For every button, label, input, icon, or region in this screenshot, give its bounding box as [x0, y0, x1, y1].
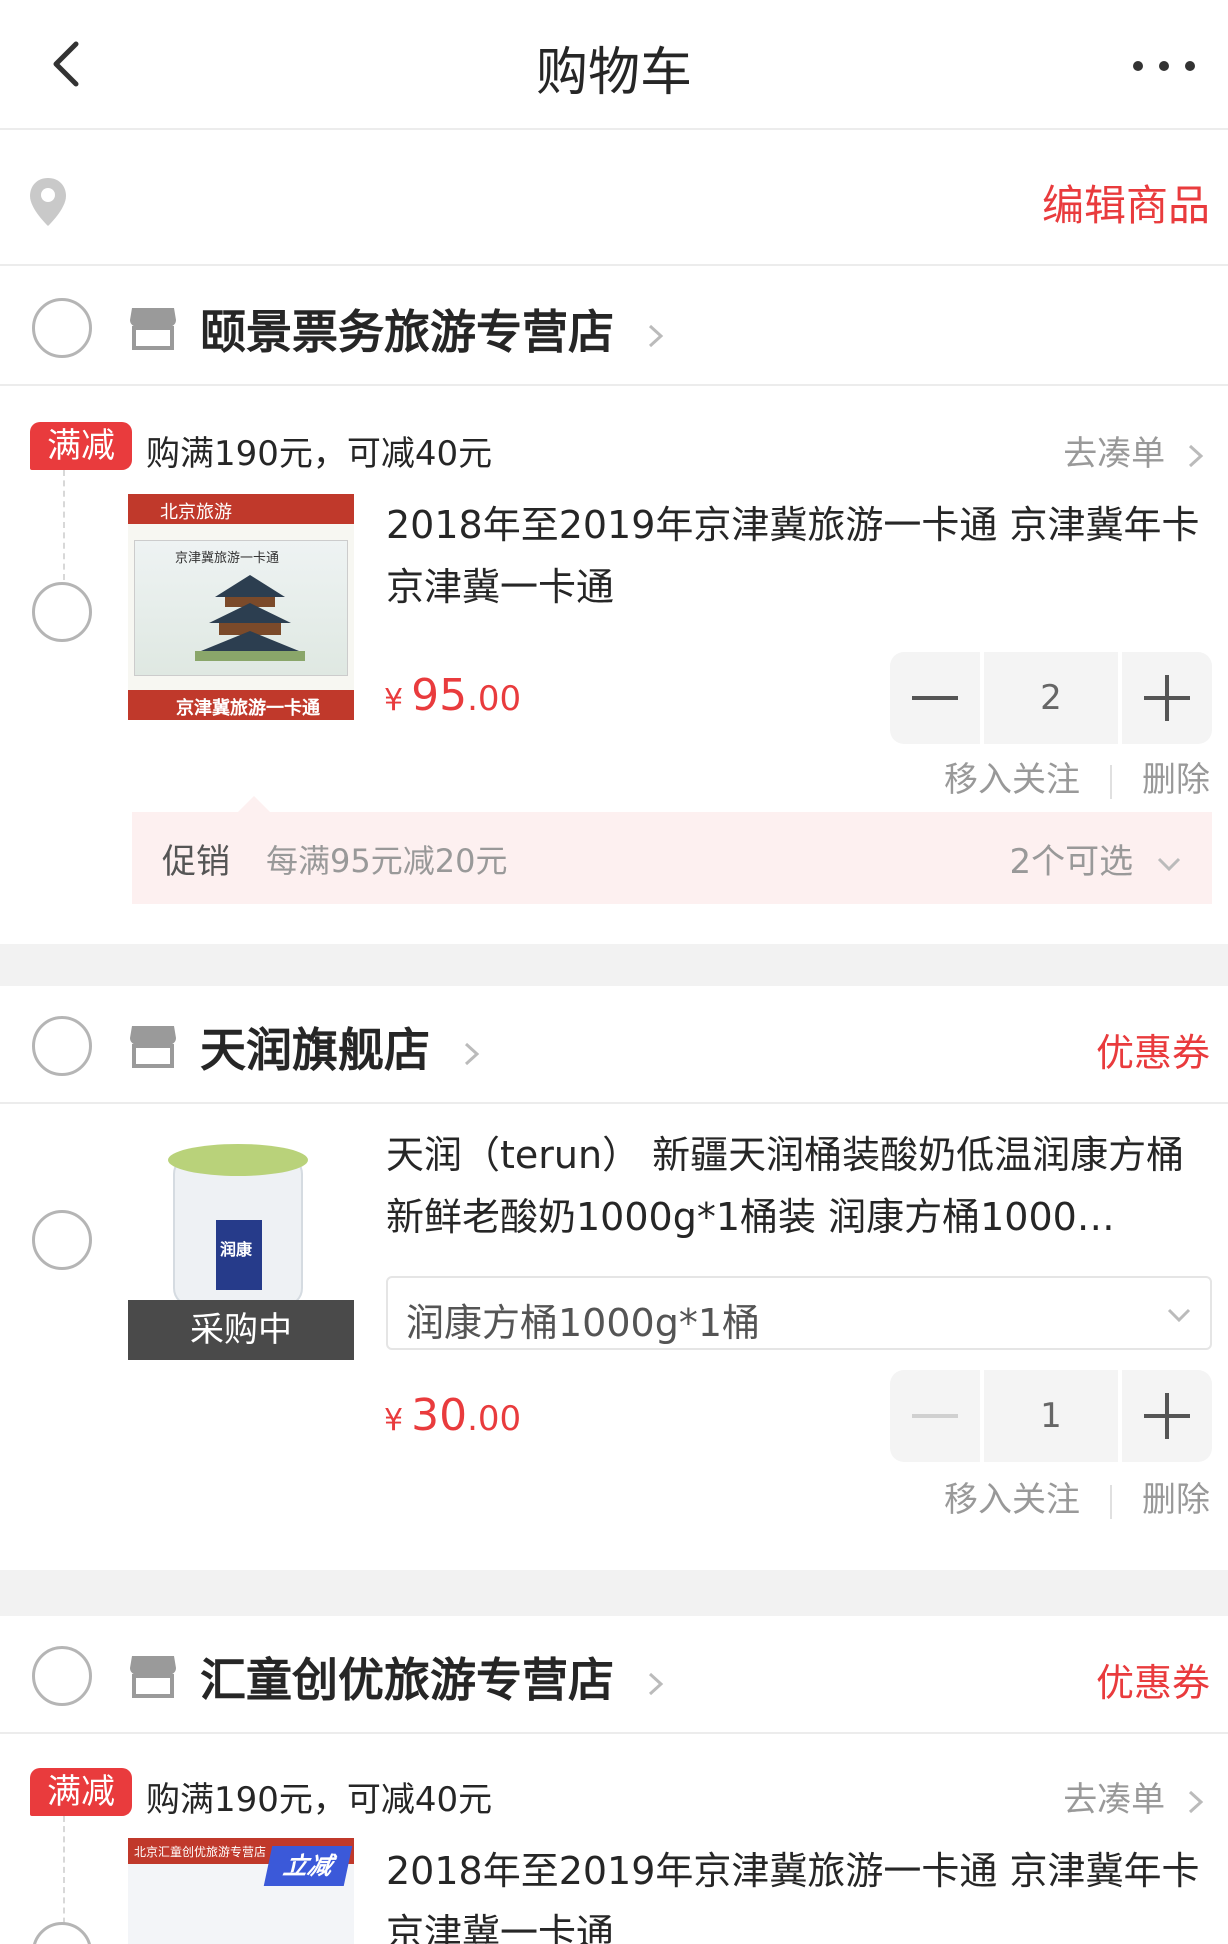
store-header: 汇童创优旅游专营店 优惠券 — [0, 1616, 1228, 1734]
store-name-link[interactable]: 天润旗舰店 — [200, 1014, 486, 1080]
image-card: 京津冀旅游一卡通 — [134, 540, 348, 676]
item-actions: 移入关注 删除 — [944, 1472, 1210, 1521]
store-header: 颐景票务旅游专营店 — [0, 268, 1228, 386]
product-image[interactable]: 北京旅游 京津冀旅游一卡通 京津冀旅游一卡通 — [128, 494, 354, 720]
coupon-link[interactable]: 优惠券 — [1096, 1652, 1210, 1707]
add-more-link[interactable]: 去凑单 — [1063, 426, 1208, 475]
promo-connector — [63, 470, 65, 580]
add-more-link[interactable]: 去凑单 — [1063, 1772, 1208, 1821]
temple-illustration — [195, 575, 305, 661]
image-card-text: 京津冀旅游一卡通 — [175, 551, 280, 566]
promotion-label: 促销 — [162, 842, 230, 882]
decrease-button-disabled[interactable] — [890, 1370, 980, 1462]
image-brand-text: 润康 — [220, 1240, 253, 1259]
location-pin-icon — [30, 178, 66, 226]
edit-products-link[interactable]: 编辑商品 — [1042, 172, 1210, 233]
currency-symbol: ¥ — [384, 1403, 404, 1438]
chevron-right-icon — [649, 324, 664, 347]
sku-text: 润康方桶1000g*1桶 — [406, 1301, 761, 1345]
store-select-radio[interactable] — [32, 1016, 92, 1076]
item-select-radio[interactable] — [32, 1922, 92, 1944]
store-name: 汇童创优旅游专营店 — [200, 1653, 614, 1707]
promotion-selector[interactable]: 促销 每满95元减20元 2个可选 — [132, 796, 1212, 904]
currency-symbol: ¥ — [384, 683, 404, 718]
increase-button[interactable] — [1122, 652, 1212, 744]
plus-icon — [1144, 675, 1190, 721]
price-integer: 95 — [411, 670, 468, 721]
price-decimal: .00 — [467, 1399, 522, 1439]
divider — [1110, 1484, 1112, 1519]
item-actions: 移入关注 删除 — [944, 752, 1210, 801]
image-banner-text: 北京旅游 — [160, 502, 232, 523]
sku-selector[interactable]: 润康方桶1000g*1桶 — [386, 1276, 1212, 1350]
purchasing-tag: 采购中 — [128, 1300, 354, 1360]
store-icon — [130, 1656, 176, 1698]
nav-bar: 购物车 — [0, 0, 1228, 130]
product-price: ¥30.00 — [384, 1390, 521, 1441]
store-name: 颐景票务旅游专营店 — [200, 305, 614, 359]
chevron-right-icon — [1188, 444, 1204, 467]
price-decimal: .00 — [467, 679, 522, 719]
minus-icon — [912, 696, 958, 700]
store-header: 天润旗舰店 优惠券 — [0, 986, 1228, 1104]
quantity-stepper: 2 — [890, 652, 1212, 744]
chevron-down-icon — [1167, 1308, 1191, 1323]
store-icon — [130, 1026, 176, 1068]
promo-text: 购满190元，可减40元 — [146, 1780, 493, 1820]
store-name-link[interactable]: 颐景票务旅游专营店 — [200, 296, 670, 362]
quantity-input[interactable]: 2 — [984, 652, 1118, 744]
promo-badge: 满减 — [30, 1768, 132, 1816]
discount-badge: 立减 — [263, 1846, 353, 1886]
quantity-input[interactable]: 1 — [984, 1370, 1118, 1462]
image-footer-text: 京津冀旅游一卡通 — [176, 698, 320, 719]
move-to-favorites-link[interactable]: 移入关注 — [944, 760, 1080, 800]
chevron-right-icon — [465, 1042, 480, 1065]
section-gap — [0, 1570, 1228, 1616]
image-footer: 京津冀旅游一卡通 — [128, 690, 354, 720]
plus-icon — [1144, 1393, 1190, 1439]
quantity-stepper: 1 — [890, 1370, 1212, 1462]
page-title: 购物车 — [535, 43, 692, 103]
image-banner: 北京旅游 — [128, 494, 354, 524]
delete-link[interactable]: 删除 — [1142, 1480, 1210, 1520]
promo-text: 购满190元，可减40元 — [146, 434, 493, 474]
delete-link[interactable]: 删除 — [1142, 760, 1210, 800]
move-to-favorites-link[interactable]: 移入关注 — [944, 1480, 1080, 1520]
minus-icon — [912, 1414, 958, 1418]
item-select-radio[interactable] — [32, 1210, 92, 1270]
divider — [1110, 764, 1112, 799]
product-image[interactable]: 北京汇童创优旅游专营店 立减 — [128, 1838, 354, 1944]
store-select-radio[interactable] — [32, 298, 92, 358]
address-row[interactable]: 编辑商品 — [0, 132, 1228, 266]
store-name-link[interactable]: 汇童创优旅游专营店 — [200, 1644, 670, 1710]
more-dots-icon — [1133, 61, 1195, 71]
product-title[interactable]: 2018年至2019年京津冀旅游一卡通 京津冀年卡 京津冀一卡通 — [386, 1840, 1216, 1944]
add-more-label: 去凑单 — [1063, 434, 1166, 474]
store-icon — [130, 308, 176, 350]
coupon-link[interactable]: 优惠券 — [1096, 1022, 1210, 1077]
decrease-button[interactable] — [890, 652, 980, 744]
add-more-label: 去凑单 — [1063, 1780, 1166, 1820]
product-title[interactable]: 天润（terun） 新疆天润桶装酸奶低温润康方桶新鲜老酸奶1000g*1桶装 润… — [386, 1124, 1216, 1248]
section-gap — [0, 944, 1228, 986]
chevron-right-icon — [649, 1672, 664, 1695]
image-banner-text: 北京汇童创优旅游专营店 — [134, 1845, 267, 1859]
product-title[interactable]: 2018年至2019年京津冀旅游一卡通 京津冀年卡 京津冀一卡通 — [386, 494, 1216, 618]
chevron-down-icon — [1157, 857, 1181, 871]
increase-button[interactable] — [1122, 1370, 1212, 1462]
promo-badge: 满减 — [30, 422, 132, 470]
item-select-radio[interactable] — [32, 582, 92, 642]
promotion-text: 每满95元减20元 — [266, 842, 508, 880]
more-button[interactable] — [1124, 48, 1204, 84]
promotion-options: 2个可选 — [1010, 834, 1184, 883]
product-price: ¥95.00 — [384, 670, 521, 721]
price-integer: 30 — [411, 1390, 468, 1441]
store-select-radio[interactable] — [32, 1646, 92, 1706]
chevron-right-icon — [1188, 1790, 1204, 1813]
store-name: 天润旗舰店 — [200, 1023, 430, 1077]
promotion-options-label: 2个可选 — [1009, 842, 1134, 882]
